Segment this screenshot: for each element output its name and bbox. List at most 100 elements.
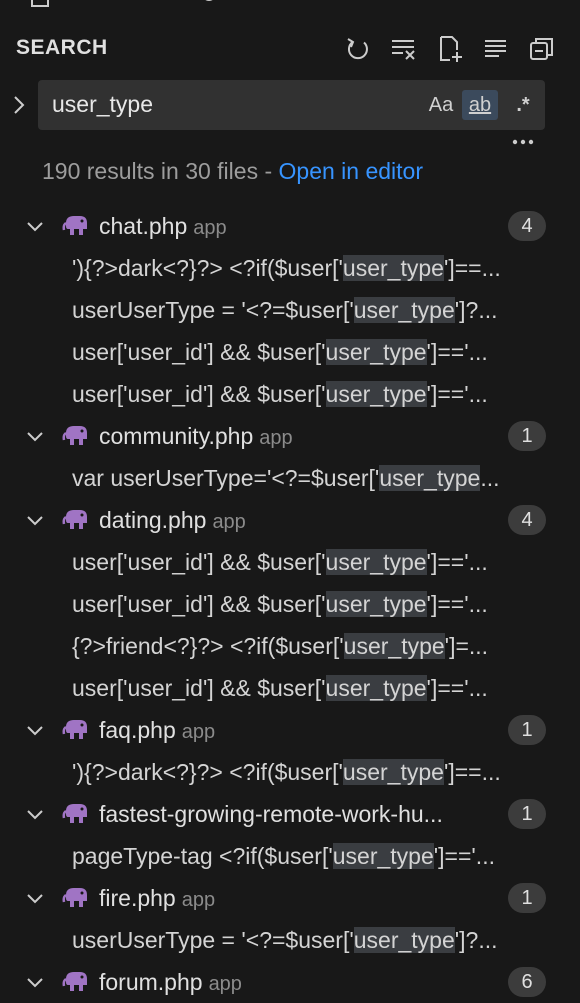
match-highlight: user_type [325, 339, 427, 365]
match-highlight: user_type [343, 633, 445, 659]
file-result-row[interactable]: dating.php app 4 [0, 499, 580, 541]
match-line-text: '){?>dark<?}?> <?if($user['user_type']==… [72, 255, 568, 282]
php-file-icon [62, 507, 90, 533]
file-directory: app [193, 217, 227, 239]
match-line-row[interactable]: user['user_id'] && $user['user_type']=='… [0, 373, 580, 415]
chevron-down-icon[interactable] [24, 804, 46, 826]
match-line-row[interactable]: '){?>dark<?}?> <?if($user['user_type']==… [0, 247, 580, 289]
match-count-badge: 1 [508, 883, 546, 913]
match-highlight: user_type [379, 465, 481, 491]
chat-icon[interactable] [376, 0, 398, 8]
match-line-row[interactable]: '){?>dark<?}?> <?if($user['user_type']==… [0, 751, 580, 793]
chevron-down-icon[interactable] [24, 720, 46, 742]
extensions-icon[interactable] [258, 0, 280, 8]
match-line-text: userUserType = '<?=$user['user_type']?..… [72, 927, 568, 954]
results-tree: chat.php app 4 '){?>dark<?}?> <?if($user['u… [0, 205, 580, 1003]
php-file-icon [62, 423, 90, 449]
file-result-row[interactable]: fire.php app 1 [0, 877, 580, 919]
match-line-row[interactable]: {?>friend<?}?> <?if($user['user_type']=.… [0, 625, 580, 667]
file-result-row[interactable]: faq.php app 1 [0, 709, 580, 751]
match-line-text: pageType-tag <?if($user['user_type']=='.… [72, 843, 568, 870]
match-suffix: ']?... [454, 297, 498, 323]
open-in-editor-link[interactable]: Open in editor [279, 158, 423, 184]
match-line-row[interactable]: var userUserType='<?=$user['user_type... [0, 457, 580, 499]
match-line-text: '){?>dark<?}?> <?if($user['user_type']==… [72, 759, 568, 786]
source-control-icon[interactable] [142, 0, 164, 8]
match-prefix: user['user_id'] && $user[' [72, 549, 326, 575]
activity-toolbar [0, 0, 580, 14]
match-count-badge: 6 [508, 967, 546, 997]
file-name: forum.php app [99, 969, 242, 995]
match-line-text: user['user_id'] && $user['user_type']=='… [72, 675, 568, 702]
match-highlight: user_type [342, 255, 444, 281]
match-count-badge: 1 [508, 799, 546, 829]
refresh-icon[interactable] [343, 34, 373, 64]
file-result-row[interactable]: community.php app 1 [0, 415, 580, 457]
file-directory: app [181, 721, 216, 743]
php-file-icon [62, 213, 90, 239]
match-count-badge: 4 [508, 505, 546, 535]
match-line-row[interactable]: user['user_id'] && $user['user_type']=='… [0, 667, 580, 709]
match-count-badge: 1 [508, 715, 546, 745]
match-highlight: user_type [325, 675, 427, 701]
results-count-text: 190 results in 30 files - [42, 158, 279, 184]
results-summary: 190 results in 30 files - Open in editor [42, 158, 423, 185]
match-line-row[interactable]: pageType-tag <?if($user['user_type']=='.… [0, 835, 580, 877]
php-file-icon [62, 969, 90, 995]
match-line-row[interactable]: user['user_id'] && $user['user_type']=='… [0, 541, 580, 583]
debug-icon[interactable] [198, 0, 220, 8]
file-result-row[interactable]: chat.php app 4 [0, 205, 580, 247]
search-query-text: user_type [52, 91, 154, 117]
remote-explorer-icon[interactable] [316, 0, 344, 8]
collapse-all-icon[interactable] [527, 34, 557, 64]
match-line-row[interactable]: user['user_id'] && $user['user_type']=='… [0, 583, 580, 625]
match-suffix: ']=... [444, 633, 489, 659]
file-name: chat.php app [99, 213, 227, 239]
match-line-text: userUserType = '<?=$user['user_type']?..… [72, 297, 568, 324]
match-line-row[interactable]: userUserType = '<?=$user['user_type']?..… [0, 919, 580, 961]
match-highlight: user_type [342, 759, 444, 785]
match-suffix: ']=='... [426, 381, 488, 407]
file-result-row[interactable]: forum.php app 6 [0, 961, 580, 1003]
run-icon[interactable] [86, 0, 108, 8]
match-prefix: pageType-tag <?if($user[' [72, 843, 333, 869]
match-suffix: ']==... [443, 759, 501, 785]
new-search-editor-icon[interactable] [435, 34, 465, 64]
match-prefix: {?>friend<?}?> <?if($user[' [72, 633, 344, 659]
match-prefix: user['user_id'] && $user[' [72, 339, 326, 365]
match-prefix: userUserType = '<?=$user[' [72, 297, 354, 323]
chevron-down-icon[interactable] [24, 216, 46, 238]
more-options-icon[interactable] [510, 132, 540, 152]
use-regex-toggle[interactable]: .* [508, 90, 538, 120]
match-suffix: ']=='... [433, 843, 495, 869]
file-directory: app [181, 889, 216, 911]
match-suffix: ... [480, 465, 500, 491]
match-highlight: user_type [353, 927, 455, 953]
match-line-row[interactable]: user['user_id'] && $user['user_type']=='… [0, 331, 580, 373]
file-result-row[interactable]: fastest-growing-remote-work-hu... 1 [0, 793, 580, 835]
match-line-text: var userUserType='<?=$user['user_type... [72, 465, 568, 492]
clear-results-icon[interactable] [389, 34, 419, 64]
explorer-icon[interactable] [30, 0, 52, 8]
file-directory: app [212, 511, 246, 533]
match-line-row[interactable]: userUserType = '<?=$user['user_type']?..… [0, 289, 580, 331]
match-whole-word-toggle[interactable]: ab [462, 90, 498, 120]
chevron-down-icon[interactable] [24, 888, 46, 910]
match-prefix: userUserType = '<?=$user[' [72, 927, 354, 953]
chevron-down-icon[interactable] [24, 426, 46, 448]
match-line-text: user['user_id'] && $user['user_type']=='… [72, 591, 568, 618]
toggle-replace-chevron-icon[interactable] [6, 92, 32, 118]
chevron-down-icon[interactable] [24, 972, 46, 994]
match-case-toggle[interactable]: Aa [426, 90, 456, 120]
match-suffix: ']==... [443, 255, 501, 281]
view-as-tree-icon[interactable] [481, 34, 511, 64]
match-highlight: user_type [325, 381, 427, 407]
file-name: dating.php app [99, 507, 246, 533]
search-input[interactable]: user_type Aa ab .* [38, 80, 545, 130]
file-name: community.php app [99, 423, 293, 449]
match-highlight: user_type [325, 549, 427, 575]
chevron-down-icon[interactable] [24, 510, 46, 532]
file-directory: app [208, 973, 242, 995]
file-directory: app [259, 427, 293, 449]
file-name: fire.php app [99, 885, 216, 911]
